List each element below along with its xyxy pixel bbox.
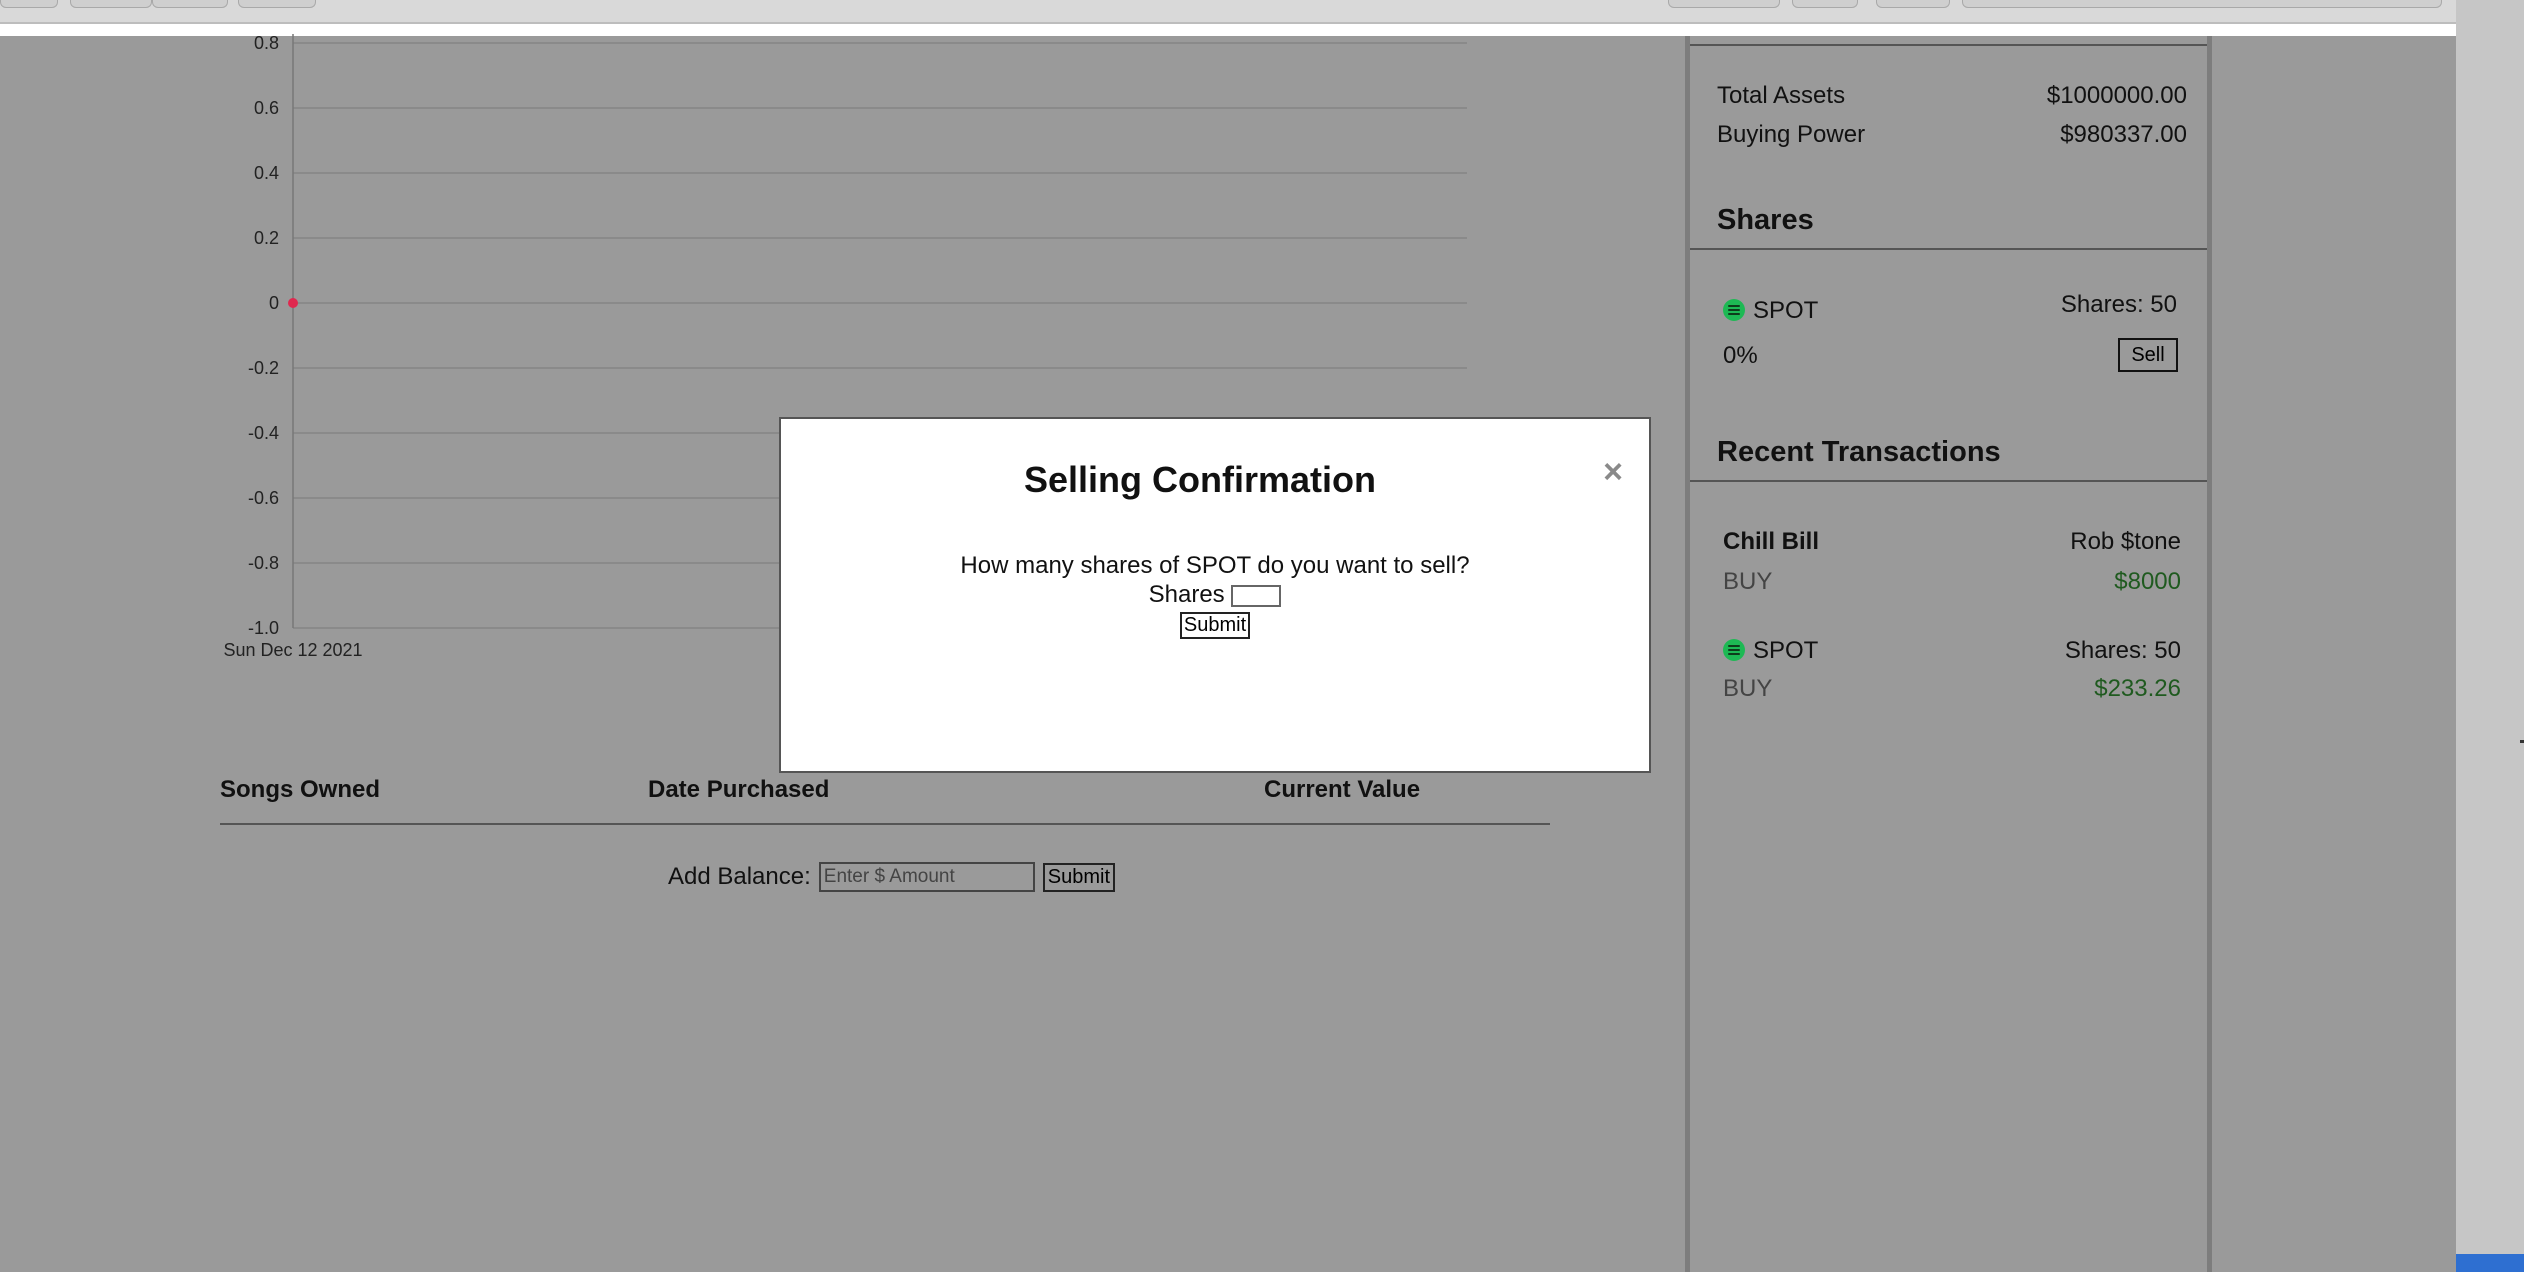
toolbar-button[interactable]: [1668, 0, 1780, 8]
y-tick-label: -0.4: [248, 423, 279, 443]
buying-power-label: Buying Power: [1717, 121, 1866, 148]
col-header-date-purchased: Date Purchased: [648, 776, 830, 803]
transaction-row: SPOT Shares: 50: [1723, 637, 2181, 665]
y-tick-label: 0.2: [254, 228, 279, 248]
add-balance-submit-button[interactable]: Submit: [1042, 862, 1116, 892]
modal-submit-button[interactable]: Submit: [1179, 612, 1251, 639]
browser-toolbar: [0, 0, 2456, 24]
y-tick-label: 0.6: [254, 98, 279, 118]
shares-heading: Shares: [1717, 204, 1814, 236]
transaction-artist: Rob $tone: [2070, 528, 2181, 555]
shares-label: Shares: [1148, 581, 1225, 608]
data-point[interactable]: [288, 298, 298, 308]
col-header-songs-owned: Songs Owned: [220, 776, 381, 803]
address-bar[interactable]: [1962, 0, 2442, 8]
dock-corner: [2456, 1254, 2524, 1272]
close-icon[interactable]: ×: [1603, 453, 1623, 492]
transaction-row-detail: BUY $8000: [1723, 568, 2181, 596]
add-balance-form: Add Balance: Submit: [668, 862, 1116, 892]
sell-button[interactable]: Sell: [2118, 338, 2178, 372]
sell-confirmation-modal: Selling Confirmation × How many shares o…: [779, 417, 1651, 773]
transaction-amount: $8000: [2114, 568, 2181, 595]
spotify-icon: [1723, 299, 1745, 321]
transaction-title: SPOT: [1753, 637, 1819, 664]
balance-amount-input[interactable]: [818, 862, 1035, 892]
share-ticker: SPOT: [1753, 297, 1819, 324]
modal-title: Selling Confirmation: [1023, 459, 1376, 500]
toolbar-button[interactable]: [152, 0, 228, 8]
total-assets-label: Total Assets: [1717, 82, 1846, 109]
table-divider: [220, 823, 1550, 825]
toolbar-button[interactable]: [0, 0, 58, 8]
modal-question: How many shares of SPOT do you want to s…: [960, 552, 1470, 579]
add-balance-label: Add Balance:: [668, 863, 811, 890]
spotify-icon: [1723, 639, 1745, 661]
y-tick-label: -1.0: [248, 618, 279, 638]
toolbar-button[interactable]: [70, 0, 152, 8]
transaction-type: BUY: [1723, 568, 1773, 595]
toolbar-button[interactable]: [1876, 0, 1950, 8]
y-tick-label: -0.6: [248, 488, 279, 508]
portfolio-sidebar: Total Assets $1000000.00 Buying Power $9…: [1685, 36, 2212, 1272]
total-assets-row: Total Assets $1000000.00: [1717, 82, 2187, 110]
y-tick-label: 0: [269, 293, 279, 313]
modal-body: How many shares of SPOT do you want to s…: [781, 551, 1649, 639]
transaction-artist: Shares: 50: [2064, 637, 2181, 664]
transaction-type: BUY: [1723, 675, 1773, 702]
buying-power-value: $980337.00: [2060, 121, 2187, 148]
transaction-row: Chill Bill Rob $tone: [1723, 528, 2181, 556]
y-tick-label: 0.8: [254, 34, 279, 53]
x-tick-label: Sun Dec 12 2021: [223, 640, 362, 660]
total-assets-value: $1000000.00: [2046, 82, 2187, 109]
window-edge: [2456, 0, 2524, 1272]
y-tick-label: -0.8: [248, 553, 279, 573]
transaction-amount: $233.26: [2094, 675, 2181, 702]
transaction-title: Chill Bill: [1723, 528, 1819, 555]
share-count: Shares: 50: [2060, 291, 2177, 318]
transaction-row-detail: BUY $233.26: [1723, 675, 2181, 703]
share-item-spot: SPOT Shares: 50: [1723, 291, 2177, 325]
toolbar-button[interactable]: [1792, 0, 1858, 8]
recent-transactions-heading: Recent Transactions: [1717, 436, 2001, 468]
col-header-current-value: Current Value: [1264, 776, 1421, 803]
toolbar-button[interactable]: [238, 0, 316, 8]
sell-shares-input[interactable]: [1231, 584, 1282, 607]
buying-power-row: Buying Power $980337.00: [1717, 121, 2187, 149]
y-tick-label: 0.4: [254, 163, 279, 183]
y-tick-label: -0.2: [248, 358, 279, 378]
